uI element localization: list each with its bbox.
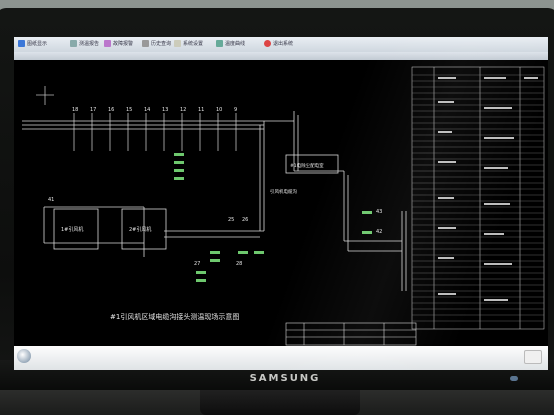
node-label-25: 25 <box>228 217 234 223</box>
legend-table <box>285 322 417 346</box>
top-number-label: 15 <box>126 107 132 113</box>
tab-alarm[interactable]: 故障报警 <box>113 40 133 47</box>
top-number-label: 12 <box>180 107 186 113</box>
fan-box-2-label: 2#引风机 <box>129 226 151 233</box>
data-table-rows <box>412 74 544 322</box>
chart-icon <box>216 40 223 47</box>
grid-icon <box>70 40 77 47</box>
node-label-42: 42 <box>376 229 382 235</box>
tab-settings[interactable]: 系统设置 <box>183 40 203 47</box>
monitor-screen: 图纸显示 测温报告 故障报警 历史查询 系统设置 温度曲线 退出系统 18 17… <box>14 37 548 370</box>
tab-curve[interactable]: 温度曲线 <box>225 40 245 47</box>
blue-icon <box>18 40 25 47</box>
node-label-27: 27 <box>194 261 200 267</box>
drawing-title: #1引风机区域电缆沟接头测温现场示意图 <box>110 312 239 321</box>
top-drops <box>73 113 237 151</box>
cable-trench-label: 引风机电缆沟 <box>270 188 297 195</box>
power-indicator-icon[interactable] <box>510 376 518 381</box>
axis-marker <box>36 86 54 105</box>
top-number-label: 10 <box>216 107 222 113</box>
node-label-43: 43 <box>376 209 382 215</box>
temperature-readouts <box>174 153 372 282</box>
top-number-label: 11 <box>198 107 204 113</box>
monitor-brand-logo: SAMSUNG <box>249 373 321 384</box>
tab-drawing[interactable]: 图纸显示 <box>27 40 47 47</box>
top-number-label: 9 <box>234 107 237 113</box>
start-button[interactable] <box>17 349 31 363</box>
top-number-label: 14 <box>144 107 150 113</box>
top-number-label: 13 <box>162 107 168 113</box>
drawing-canvas: 18 17 16 15 14 13 12 11 10 9 1#引风机 2#引风机… <box>14 61 548 346</box>
tab-history[interactable]: 历史查询 <box>151 40 171 47</box>
cable-bus <box>22 111 407 291</box>
tab-report[interactable]: 测温报告 <box>79 40 99 47</box>
tray-clock[interactable] <box>524 350 542 364</box>
node-label-28: 28 <box>236 261 242 267</box>
top-number-labels: 18 17 16 15 14 13 12 11 10 9 <box>72 107 237 113</box>
page-icon <box>174 40 181 47</box>
monitor-stand <box>200 388 360 415</box>
gear-icon <box>142 40 149 47</box>
top-number-label: 16 <box>108 107 114 113</box>
node-label-26: 26 <box>242 217 248 223</box>
cable-diagram: 18 17 16 15 14 13 12 11 10 9 1#引风机 2#引风机… <box>22 66 545 346</box>
tab-exit[interactable]: 退出系统 <box>273 40 293 47</box>
data-table <box>411 66 545 330</box>
top-number-label: 18 <box>72 107 78 113</box>
top-number-label: 17 <box>90 107 96 113</box>
cube-icon <box>104 40 111 47</box>
app-subtoolbar <box>14 52 548 60</box>
exit-icon <box>264 40 271 47</box>
distribution-box-label: #1电除尘配电室 <box>290 162 324 169</box>
node-label-41: 41 <box>48 197 54 203</box>
taskbar <box>14 346 548 370</box>
fan-box-1-label: 1#引风机 <box>61 226 83 233</box>
app-toolbar: 图纸显示 测温报告 故障报警 历史查询 系统设置 温度曲线 退出系统 <box>14 37 548 52</box>
